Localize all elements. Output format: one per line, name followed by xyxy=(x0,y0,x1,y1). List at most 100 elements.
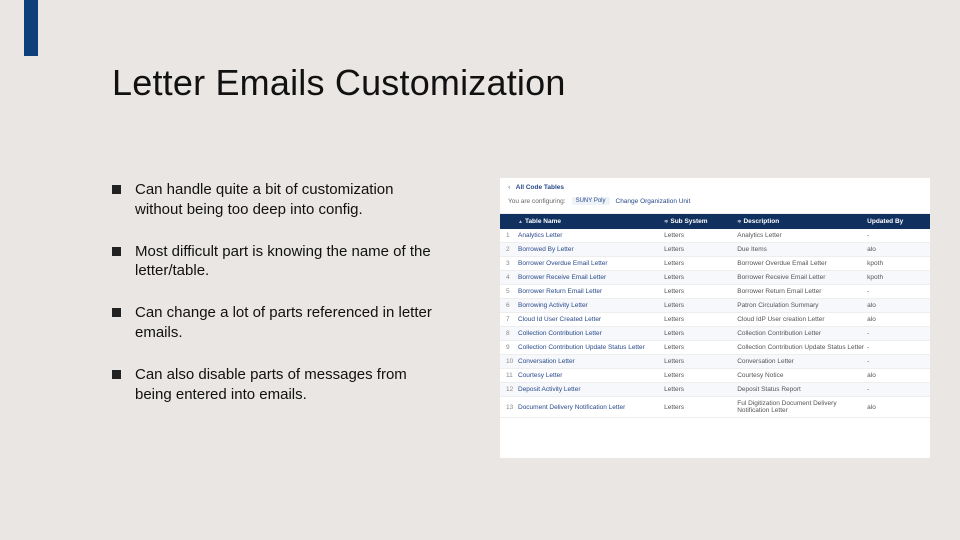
row-index: 4 xyxy=(506,274,518,281)
row-table-name[interactable]: Analytics Letter xyxy=(518,232,664,239)
row-updated-by: - xyxy=(867,386,924,393)
col-sub-system[interactable]: ≑Sub System xyxy=(664,218,737,225)
row-updated-by: kpoth xyxy=(867,260,924,267)
row-description: Courtesy Notice xyxy=(737,372,867,379)
page-title: Letter Emails Customization xyxy=(112,62,566,104)
bullet-square-icon xyxy=(112,308,121,317)
row-table-name[interactable]: Borrowing Activity Letter xyxy=(518,302,664,309)
configuring-label: You are configuring: xyxy=(508,198,566,205)
row-sub-system: Letters xyxy=(664,404,737,411)
row-description: Borrower Overdue Email Letter xyxy=(737,260,867,267)
row-table-name[interactable]: Borrower Overdue Email Letter xyxy=(518,260,664,267)
back-link-label: All Code Tables xyxy=(516,184,564,191)
row-table-name[interactable]: Conversation Letter xyxy=(518,358,664,365)
row-index: 6 xyxy=(506,302,518,309)
table-row[interactable]: 2Borrowed By LetterLettersDue Itemsalo xyxy=(500,243,930,257)
bullet-text: Most difficult part is knowing the name … xyxy=(135,242,442,282)
table-row[interactable]: 8Collection Contribution LetterLettersCo… xyxy=(500,327,930,341)
table-row[interactable]: 3Borrower Overdue Email LetterLettersBor… xyxy=(500,257,930,271)
row-index: 12 xyxy=(506,386,518,393)
bullet-list: Can handle quite a bit of customization … xyxy=(112,180,442,426)
bullet-text: Can also disable parts of messages from … xyxy=(135,365,442,405)
row-sub-system: Letters xyxy=(664,386,737,393)
back-link[interactable]: ‹ All Code Tables xyxy=(500,178,930,193)
row-table-name[interactable]: Borrowed By Letter xyxy=(518,246,664,253)
table-row[interactable]: 4Borrower Receive Email LetterLettersBor… xyxy=(500,271,930,285)
row-index: 13 xyxy=(506,404,518,411)
row-table-name[interactable]: Collection Contribution Update Status Le… xyxy=(518,344,664,351)
row-description: Ful Digitization Document Delivery Notif… xyxy=(737,400,867,414)
row-sub-system: Letters xyxy=(664,246,737,253)
row-table-name[interactable]: Borrower Return Email Letter xyxy=(518,288,664,295)
table-row[interactable]: 1Analytics LetterLettersAnalytics Letter… xyxy=(500,229,930,243)
row-table-name[interactable]: Deposit Activity Letter xyxy=(518,386,664,393)
org-pill: SUNY Poly xyxy=(572,197,610,205)
row-description: Patron Circulation Summary xyxy=(737,302,867,309)
row-updated-by: alo xyxy=(867,246,924,253)
col-table-name[interactable]: ▲Table Name xyxy=(518,218,664,225)
row-sub-system: Letters xyxy=(664,358,737,365)
table-row[interactable]: 11Courtesy LetterLettersCourtesy Noticea… xyxy=(500,369,930,383)
sort-icon: ≑ xyxy=(737,219,741,225)
row-index: 5 xyxy=(506,288,518,295)
row-description: Borrower Receive Email Letter xyxy=(737,274,867,281)
bullet-text: Can handle quite a bit of customization … xyxy=(135,180,442,220)
table-header: ▲Table Name ≑Sub System ≑Description Upd… xyxy=(500,214,930,229)
list-item: Can also disable parts of messages from … xyxy=(112,365,442,405)
row-index: 1 xyxy=(506,232,518,239)
row-description: Deposit Status Report xyxy=(737,386,867,393)
sort-icon: ≑ xyxy=(664,219,668,225)
row-table-name[interactable]: Cloud Id User Created Letter xyxy=(518,316,664,323)
code-table: ▲Table Name ≑Sub System ≑Description Upd… xyxy=(500,214,930,418)
row-index: 11 xyxy=(506,372,518,379)
configuring-row: You are configuring: SUNY Poly Change Or… xyxy=(500,193,930,214)
row-sub-system: Letters xyxy=(664,344,737,351)
row-updated-by: alo xyxy=(867,302,924,309)
row-table-name[interactable]: Courtesy Letter xyxy=(518,372,664,379)
row-index: 9 xyxy=(506,344,518,351)
row-updated-by: alo xyxy=(867,372,924,379)
table-row[interactable]: 12Deposit Activity LetterLettersDeposit … xyxy=(500,383,930,397)
row-updated-by: - xyxy=(867,232,924,239)
list-item: Can handle quite a bit of customization … xyxy=(112,180,442,220)
row-updated-by: - xyxy=(867,358,924,365)
row-description: Conversation Letter xyxy=(737,358,867,365)
row-updated-by: alo xyxy=(867,316,924,323)
row-sub-system: Letters xyxy=(664,372,737,379)
row-index: 8 xyxy=(506,330,518,337)
row-sub-system: Letters xyxy=(664,330,737,337)
table-row[interactable]: 6Borrowing Activity LetterLettersPatron … xyxy=(500,299,930,313)
row-updated-by: - xyxy=(867,330,924,337)
table-row[interactable]: 9Collection Contribution Update Status L… xyxy=(500,341,930,355)
row-updated-by: - xyxy=(867,288,924,295)
table-row[interactable]: 7Cloud Id User Created LetterLettersClou… xyxy=(500,313,930,327)
row-index: 7 xyxy=(506,316,518,323)
row-table-name[interactable]: Collection Contribution Letter xyxy=(518,330,664,337)
row-sub-system: Letters xyxy=(664,288,737,295)
bullet-square-icon xyxy=(112,370,121,379)
row-table-name[interactable]: Document Delivery Notification Letter xyxy=(518,404,664,411)
row-description: Collection Contribution Update Status Le… xyxy=(737,344,867,351)
row-updated-by: kpoth xyxy=(867,274,924,281)
col-description[interactable]: ≑Description xyxy=(737,218,867,225)
row-description: Cloud IdP User creation Letter xyxy=(737,316,867,323)
bullet-square-icon xyxy=(112,185,121,194)
col-updated-by[interactable]: Updated By xyxy=(867,218,924,225)
row-sub-system: Letters xyxy=(664,302,737,309)
sort-icon: ▲ xyxy=(518,219,523,225)
row-updated-by: - xyxy=(867,344,924,351)
row-description: Borrower Return Email Letter xyxy=(737,288,867,295)
table-row[interactable]: 13Document Delivery Notification LetterL… xyxy=(500,397,930,418)
row-sub-system: Letters xyxy=(664,232,737,239)
row-index: 3 xyxy=(506,260,518,267)
row-table-name[interactable]: Borrower Receive Email Letter xyxy=(518,274,664,281)
bullet-square-icon xyxy=(112,247,121,256)
accent-bar xyxy=(24,0,38,56)
table-row[interactable]: 5Borrower Return Email LetterLettersBorr… xyxy=(500,285,930,299)
table-row[interactable]: 10Conversation LetterLettersConversation… xyxy=(500,355,930,369)
row-index: 10 xyxy=(506,358,518,365)
row-sub-system: Letters xyxy=(664,316,737,323)
change-org-link[interactable]: Change Organization Unit xyxy=(616,198,691,205)
list-item: Can change a lot of parts referenced in … xyxy=(112,303,442,343)
row-updated-by: alo xyxy=(867,404,924,411)
